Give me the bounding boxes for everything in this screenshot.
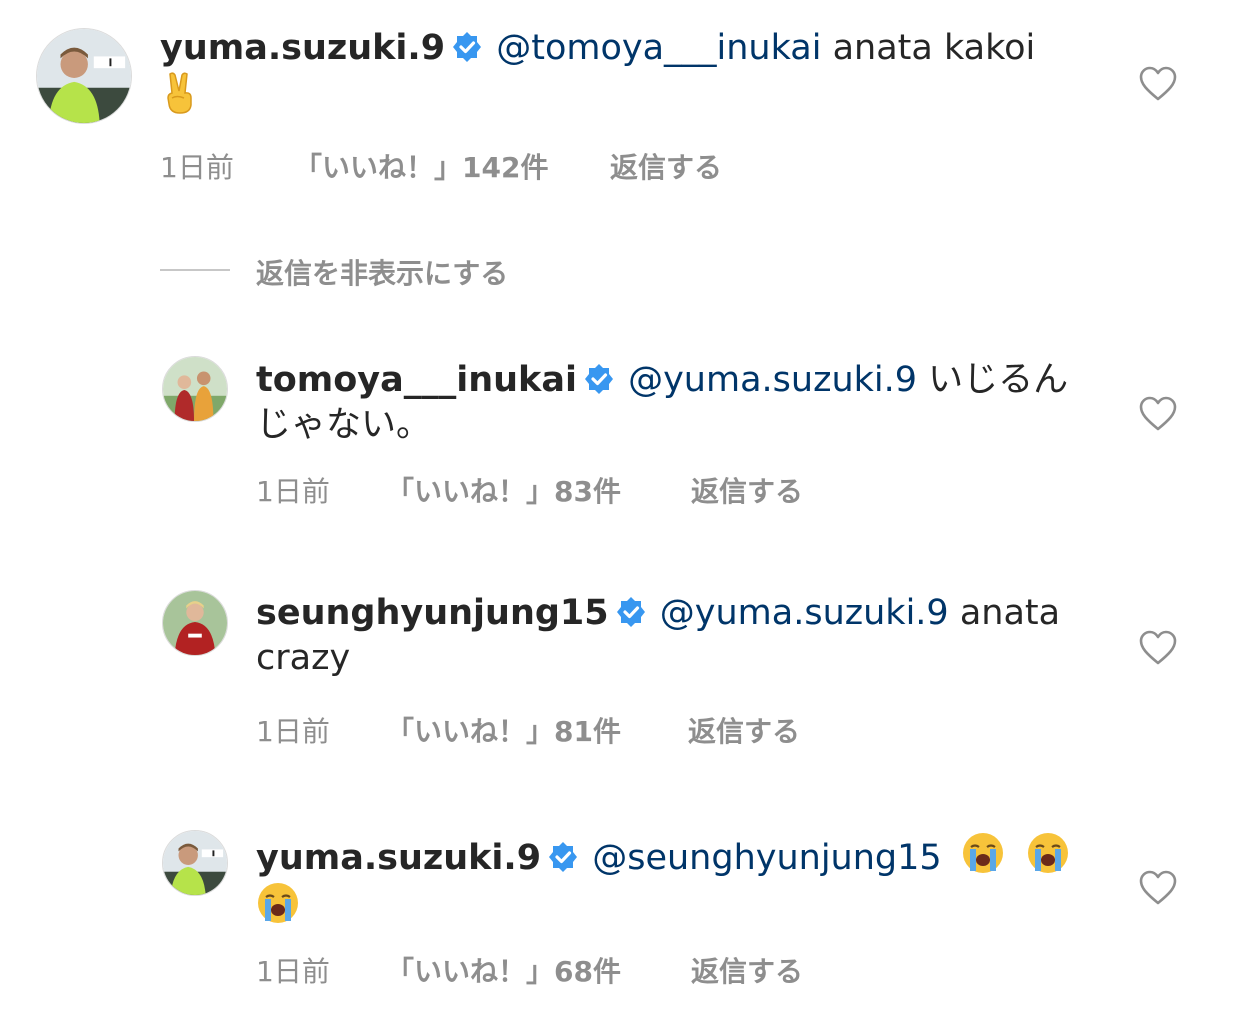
loudly-crying-face-icon	[1027, 833, 1068, 873]
avatar[interactable]	[162, 356, 228, 422]
comment-body-line2: じゃない。	[256, 405, 432, 445]
comment-mention[interactable]: @seunghyunjung15	[592, 838, 941, 878]
comment-text: seunghyunjung15 @yuma.suzuki.9 anata cra…	[256, 591, 1116, 681]
avatar[interactable]	[162, 590, 228, 656]
comment-mention[interactable]: @tomoya___inukai	[496, 28, 821, 68]
comment-text: tomoya___inukai @yuma.suzuki.9 いじるん じゃない…	[256, 358, 1116, 448]
comment-timestamp: 1日前	[256, 955, 330, 988]
comment-text: yuma.suzuki.9 @seunghyunjung15	[256, 831, 1116, 931]
comment-meta: 1日前 「いいね！」83件 返信する	[256, 470, 856, 508]
comment-body-line2: crazy	[256, 638, 351, 678]
likes-count[interactable]: 「いいね！」83件	[386, 470, 621, 510]
player-avatar-icon	[163, 591, 227, 655]
loudly-crying-face-icon	[962, 833, 1003, 873]
comment-mention[interactable]: @yuma.suzuki.9	[628, 360, 917, 400]
comment-meta: 1日前 「いいね！」142件 返信する	[160, 146, 780, 184]
hide-replies-divider	[160, 269, 230, 271]
avatar[interactable]	[162, 830, 228, 896]
two-people-avatar-icon	[163, 357, 227, 421]
reply-button[interactable]: 返信する	[688, 710, 800, 750]
reply-button[interactable]: 返信する	[691, 470, 803, 510]
verified-badge-icon	[453, 32, 482, 62]
like-heart-icon[interactable]	[1139, 630, 1177, 666]
likes-count[interactable]: 「いいね！」81件	[386, 710, 621, 750]
player-avatar-icon	[37, 29, 131, 123]
verified-badge-icon	[549, 842, 578, 872]
verified-badge-icon	[616, 597, 645, 627]
reply-button[interactable]: 返信する	[691, 950, 803, 990]
comment-timestamp: 1日前	[160, 151, 234, 184]
like-heart-icon[interactable]	[1139, 66, 1177, 102]
comment-body: いじるん	[928, 360, 1069, 400]
loudly-crying-face-icon	[258, 883, 298, 923]
like-heart-icon[interactable]	[1139, 396, 1177, 432]
victory-hand-icon	[167, 72, 192, 114]
comment-username[interactable]: seunghyunjung15	[256, 593, 609, 633]
comment-meta: 1日前 「いいね！」81件 返信する	[256, 710, 856, 748]
hide-replies-label[interactable]: 返信を非表示にする	[256, 252, 508, 292]
comment-timestamp: 1日前	[256, 475, 330, 508]
comment-body: anata kakoi	[832, 28, 1036, 68]
comment-timestamp: 1日前	[256, 715, 330, 748]
likes-count[interactable]: 「いいね！」142件	[294, 146, 548, 186]
comment-username[interactable]: yuma.suzuki.9	[256, 838, 541, 878]
comment-text: yuma.suzuki.9 @tomoya___inukai anata kak…	[160, 26, 1080, 121]
comment-meta: 1日前 「いいね！」68件 返信する	[256, 950, 856, 988]
comment-username[interactable]: yuma.suzuki.9	[160, 28, 445, 68]
comment-username[interactable]: tomoya___inukai	[256, 360, 577, 400]
comment-body: anata	[959, 593, 1061, 633]
reply-button[interactable]: 返信する	[610, 146, 722, 186]
likes-count[interactable]: 「いいね！」68件	[386, 950, 621, 990]
like-heart-icon[interactable]	[1139, 870, 1177, 906]
comment-mention[interactable]: @yuma.suzuki.9	[660, 593, 949, 633]
avatar[interactable]	[36, 28, 132, 124]
player-avatar-icon	[163, 831, 227, 895]
verified-badge-icon	[584, 364, 613, 394]
